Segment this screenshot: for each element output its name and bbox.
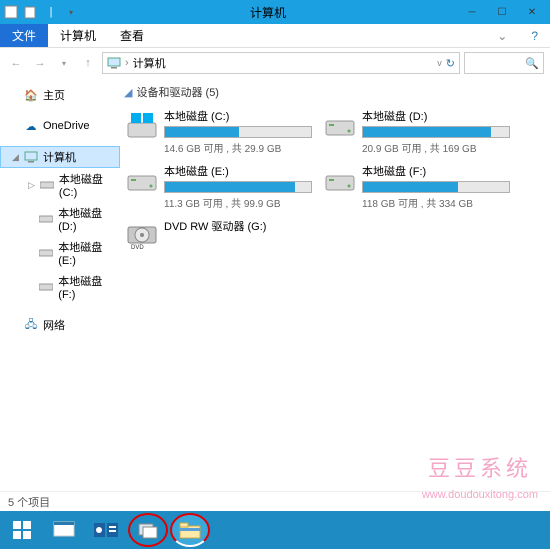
home-icon: 🏠 bbox=[24, 88, 38, 102]
tree-expand-icon[interactable]: ▷ bbox=[28, 180, 35, 191]
address-bar[interactable]: › 计算机 v ↻ bbox=[102, 52, 460, 74]
drive-name: 本地磁盘 (F:) bbox=[362, 163, 510, 179]
capacity-bar bbox=[164, 181, 312, 193]
svg-text:DVD: DVD bbox=[131, 245, 144, 251]
computer-icon bbox=[24, 150, 38, 164]
drive-name: 本地磁盘 (C:) bbox=[164, 108, 312, 124]
sidebar-item-home[interactable]: 🏠 主页 bbox=[0, 84, 120, 106]
watermark-logo: 豆豆系统 bbox=[428, 451, 532, 483]
sidebar-item-computer[interactable]: ◢ 计算机 bbox=[0, 146, 120, 168]
network-icon: 🖧 bbox=[24, 318, 38, 332]
menu-computer[interactable]: 计算机 bbox=[48, 24, 108, 47]
section-header[interactable]: ◢ 设备和驱动器 (5) bbox=[124, 84, 550, 100]
close-button[interactable]: ✕ bbox=[518, 3, 546, 21]
help-icon[interactable]: ? bbox=[519, 24, 550, 47]
drive-icon bbox=[39, 280, 53, 294]
drive-name: DVD RW 驱动器 (G:) bbox=[164, 218, 312, 234]
properties-icon[interactable] bbox=[24, 5, 38, 19]
onedrive-icon: ☁ bbox=[24, 119, 38, 133]
hard-drive-icon bbox=[126, 108, 158, 144]
taskbar-item-taskview[interactable] bbox=[128, 513, 168, 547]
item-count: 5 个项目 bbox=[8, 494, 50, 510]
menu-view[interactable]: 查看 bbox=[108, 24, 156, 47]
sidebar-item-drive-e[interactable]: 本地磁盘 (E:) bbox=[0, 236, 120, 270]
dropdown-icon[interactable]: ▾ bbox=[64, 5, 78, 19]
drive-item-dvd[interactable]: DVD DVD RW 驱动器 (G:) bbox=[124, 216, 314, 256]
search-input[interactable]: 🔍 bbox=[464, 52, 544, 74]
history-dropdown-icon[interactable]: ▾ bbox=[54, 53, 74, 73]
taskbar-item-2[interactable] bbox=[86, 513, 126, 547]
drive-name: 本地磁盘 (D:) bbox=[362, 108, 510, 124]
app-icon bbox=[4, 5, 18, 19]
sidebar-item-onedrive[interactable]: ☁ OneDrive bbox=[0, 116, 120, 136]
hard-drive-icon bbox=[126, 163, 158, 199]
dvd-drive-icon: DVD bbox=[126, 218, 158, 254]
capacity-bar bbox=[362, 126, 510, 138]
sidebar-item-drive-c[interactable]: ▷ 本地磁盘 (C:) bbox=[0, 168, 120, 202]
drive-stat: 118 GB 可用 , 共 334 GB bbox=[362, 195, 510, 210]
drive-icon bbox=[39, 212, 53, 226]
back-button[interactable]: ← bbox=[6, 53, 26, 73]
collapse-icon[interactable]: ◢ bbox=[124, 86, 132, 99]
drive-item[interactable]: 本地磁盘 (C:) 14.6 GB 可用 , 共 29.9 GB bbox=[124, 106, 314, 157]
sidebar-item-drive-f[interactable]: 本地磁盘 (F:) bbox=[0, 270, 120, 304]
content-area: ◢ 设备和驱动器 (5) 本地磁盘 (C:) 14.6 GB 可用 , 共 29.… bbox=[120, 78, 550, 498]
divider-icon: | bbox=[44, 5, 58, 19]
nav-sidebar: 🏠 主页 ☁ OneDrive ◢ 计算机 ▷ 本地磁盘 (C:) bbox=[0, 78, 120, 498]
drive-icon bbox=[40, 178, 54, 192]
sidebar-item-network[interactable]: 🖧 网络 bbox=[0, 314, 120, 336]
hard-drive-icon bbox=[324, 108, 356, 144]
menu-file[interactable]: 文件 bbox=[0, 24, 48, 47]
breadcrumb-chevron-icon: › bbox=[125, 57, 129, 69]
minimize-button[interactable]: ─ bbox=[458, 3, 486, 21]
watermark-url: www.doudouxitong.com bbox=[422, 489, 538, 501]
drive-stat: 11.3 GB 可用 , 共 99.9 GB bbox=[164, 195, 312, 210]
maximize-button[interactable]: ☐ bbox=[488, 3, 516, 21]
menu-bar: 文件 计算机 查看 ⌄ ? bbox=[0, 24, 550, 48]
capacity-bar bbox=[362, 181, 510, 193]
sidebar-item-drive-d[interactable]: 本地磁盘 (D:) bbox=[0, 202, 120, 236]
window-title: 计算机 bbox=[78, 4, 458, 21]
breadcrumb-location[interactable]: 计算机 bbox=[133, 55, 166, 71]
taskbar-item-1[interactable] bbox=[44, 513, 84, 547]
refresh-icon[interactable]: ↻ bbox=[446, 57, 455, 70]
search-icon: 🔍 bbox=[525, 57, 539, 70]
address-dropdown-icon[interactable]: v bbox=[437, 58, 442, 68]
hard-drive-icon bbox=[324, 163, 356, 199]
drive-stat: 14.6 GB 可用 , 共 29.9 GB bbox=[164, 140, 312, 155]
ribbon-expand-icon[interactable]: ⌄ bbox=[485, 24, 519, 47]
drive-item[interactable]: 本地磁盘 (F:) 118 GB 可用 , 共 334 GB bbox=[322, 161, 512, 212]
drive-item[interactable]: 本地磁盘 (E:) 11.3 GB 可用 , 共 99.9 GB bbox=[124, 161, 314, 212]
tree-collapse-icon[interactable]: ◢ bbox=[12, 152, 19, 163]
title-bar: | ▾ 计算机 ─ ☐ ✕ bbox=[0, 0, 550, 24]
drive-item[interactable]: 本地磁盘 (D:) 20.9 GB 可用 , 共 169 GB bbox=[322, 106, 512, 157]
taskbar bbox=[0, 511, 550, 549]
start-button[interactable] bbox=[2, 513, 42, 547]
drive-stat: 20.9 GB 可用 , 共 169 GB bbox=[362, 140, 510, 155]
up-button[interactable]: ↑ bbox=[78, 53, 98, 73]
taskbar-item-explorer[interactable] bbox=[170, 513, 210, 547]
computer-icon bbox=[107, 57, 121, 69]
nav-bar: ← → ▾ ↑ › 计算机 v ↻ 🔍 bbox=[0, 48, 550, 78]
forward-button[interactable]: → bbox=[30, 53, 50, 73]
drive-icon bbox=[39, 246, 53, 260]
drive-name: 本地磁盘 (E:) bbox=[164, 163, 312, 179]
capacity-bar bbox=[164, 126, 312, 138]
